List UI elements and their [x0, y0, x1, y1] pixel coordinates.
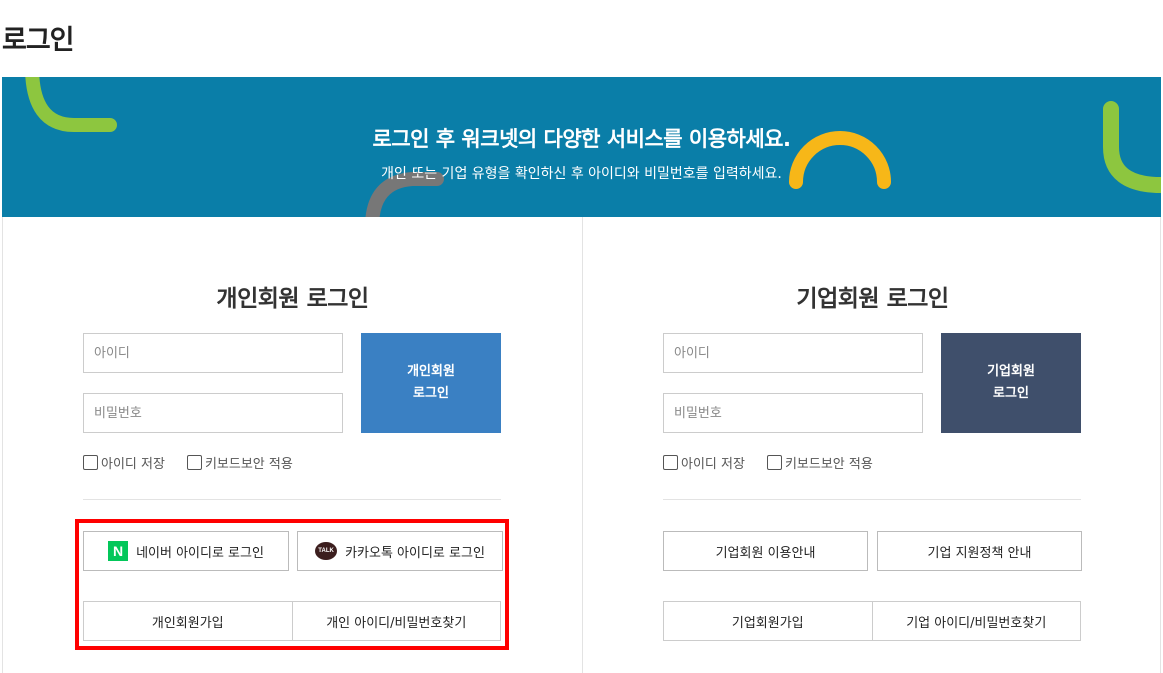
corporate-login-title: 기업회원 로그인: [796, 286, 949, 312]
login-banner: 로그인 후 워크넷의 다양한 서비스를 이용하세요. 개인 또는 기업 유형을 …: [2, 77, 1161, 217]
naver-icon: N: [108, 541, 129, 561]
checkbox-icon[interactable]: [186, 455, 202, 470]
page-title: 로그인: [2, 25, 75, 56]
corporate-options: 아이디 저장 키보드보안 적용: [663, 453, 895, 472]
naver-login-label: 네이버 아이디로 로그인: [136, 545, 264, 561]
corporate-login-button-line2: 로그인: [993, 386, 1029, 401]
personal-account-links: 개인회원가입 개인 아이디/비밀번호찾기: [83, 601, 501, 641]
corporate-save-id-checkbox[interactable]: 아이디 저장: [663, 453, 745, 472]
corporate-find-account-link[interactable]: 기업 아이디/비밀번호찾기: [871, 602, 1081, 640]
corporate-save-id-label: 아이디 저장: [681, 457, 745, 472]
banner-heading: 로그인 후 워크넷의 다양한 서비스를 이용하세요.: [372, 127, 791, 151]
personal-save-id-label: 아이디 저장: [101, 457, 165, 472]
personal-options: 아이디 저장 키보드보안 적용: [83, 453, 315, 472]
personal-login-button[interactable]: 개인회원 로그인: [361, 333, 501, 433]
personal-login-button-line2: 로그인: [413, 386, 449, 401]
checkbox-icon[interactable]: [766, 455, 782, 470]
personal-password-input[interactable]: [83, 393, 343, 433]
kakao-login-label: 카카오톡 아이디로 로그인: [345, 545, 485, 561]
personal-separator: [83, 499, 501, 500]
corporate-keyboard-security-label: 키보드보안 적용: [784, 457, 873, 472]
kakao-talk-icon: TALK: [315, 542, 338, 560]
banner-subheading: 개인 또는 기업 유형을 확인하신 후 아이디와 비밀번호를 입력하세요.: [381, 166, 782, 182]
personal-login-title: 개인회원 로그인: [216, 286, 369, 312]
corporate-separator: [663, 499, 1081, 500]
personal-find-account-link[interactable]: 개인 아이디/비밀번호찾기: [291, 602, 501, 640]
personal-id-input[interactable]: [83, 333, 343, 373]
checkbox-icon[interactable]: [83, 455, 98, 470]
corporate-signup-link[interactable]: 기업회원가입: [664, 602, 872, 640]
corporate-keyboard-security-checkbox[interactable]: 키보드보안 적용: [766, 453, 873, 472]
personal-signup-link[interactable]: 개인회원가입: [84, 602, 292, 640]
personal-login-panel: 개인회원 로그인 개인회원 로그인 아이디 저장 키보드보안 적용 N 네이버 …: [3, 217, 582, 673]
personal-save-id-checkbox[interactable]: 아이디 저장: [83, 453, 165, 472]
personal-keyboard-security-checkbox[interactable]: 키보드보안 적용: [186, 453, 293, 472]
corporate-password-input[interactable]: [663, 393, 923, 433]
corporate-login-button-line1: 기업회원: [987, 364, 1035, 379]
checkbox-icon[interactable]: [663, 455, 678, 470]
corporate-login-panel: 기업회원 로그인 기업회원 로그인 아이디 저장 키보드보안 적용 기업회원 이…: [583, 217, 1162, 673]
kakao-login-button[interactable]: TALK 카카오톡 아이디로 로그인: [297, 531, 503, 571]
corporate-login-button[interactable]: 기업회원 로그인: [941, 333, 1081, 433]
personal-keyboard-security-label: 키보드보안 적용: [204, 457, 293, 472]
corporate-account-links: 기업회원가입 기업 아이디/비밀번호찾기: [663, 601, 1081, 641]
corporate-support-policy-button[interactable]: 기업 지원정책 안내: [877, 531, 1082, 571]
naver-login-button[interactable]: N 네이버 아이디로 로그인: [83, 531, 289, 571]
login-panels: 개인회원 로그인 개인회원 로그인 아이디 저장 키보드보안 적용 N 네이버 …: [2, 217, 1161, 673]
personal-login-button-line1: 개인회원: [407, 364, 455, 379]
corporate-id-input[interactable]: [663, 333, 923, 373]
corporate-guide-button[interactable]: 기업회원 이용안내: [663, 531, 868, 571]
